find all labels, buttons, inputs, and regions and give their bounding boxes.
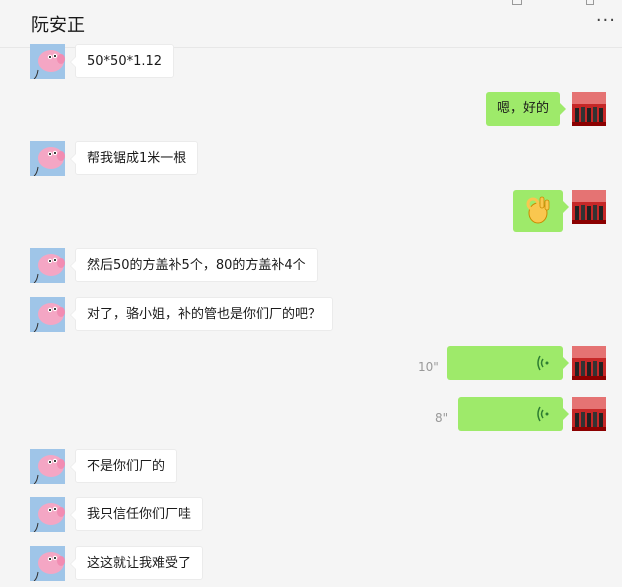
voice-wave-icon <box>537 355 549 371</box>
contact-avatar[interactable] <box>30 297 65 332</box>
message-bubble-incoming[interactable]: 帮我锯成1米一根 <box>69 141 199 175</box>
user-avatar[interactable] <box>572 346 606 380</box>
window-control-icon[interactable] <box>586 0 594 5</box>
more-options-button[interactable]: ··· <box>596 10 616 31</box>
message-bubble-incoming[interactable]: 50*50*1.12 <box>69 44 175 78</box>
contact-avatar[interactable] <box>30 449 65 484</box>
user-avatar[interactable] <box>572 92 606 126</box>
window-control-icon[interactable] <box>512 0 522 5</box>
message-bubble-incoming[interactable]: 我只信任你们厂哇 <box>69 497 204 531</box>
message-bubble-outgoing-emoji[interactable] <box>513 190 569 232</box>
message-bubble-incoming[interactable]: 然后50的方盖补5个，80的方盖补4个 <box>70 248 318 282</box>
voice-duration: 10" <box>418 360 439 374</box>
contact-avatar[interactable] <box>30 248 65 283</box>
ok-hand-icon <box>526 196 550 224</box>
user-avatar[interactable] <box>572 190 606 224</box>
contact-avatar[interactable] <box>30 44 65 79</box>
chat-header: 阮安正 ··· <box>0 0 622 48</box>
contact-avatar[interactable] <box>30 141 65 176</box>
voice-message-bubble[interactable] <box>447 346 569 380</box>
user-avatar[interactable] <box>572 397 606 431</box>
voice-message-bubble[interactable] <box>458 397 569 431</box>
contact-avatar[interactable] <box>30 497 65 532</box>
voice-wave-icon <box>537 406 549 422</box>
voice-duration: 8" <box>435 411 449 425</box>
message-bubble-incoming[interactable]: 不是你们厂的 <box>69 449 178 483</box>
message-bubble-incoming[interactable]: 这这就让我难受了 <box>69 546 204 580</box>
chat-title: 阮安正 <box>31 15 85 36</box>
message-bubble-incoming[interactable]: 对了，骆小姐，补的管也是你们厂的吧？ <box>69 297 334 331</box>
message-bubble-outgoing[interactable]: 嗯，好的 <box>486 92 567 126</box>
contact-avatar[interactable] <box>30 546 65 581</box>
